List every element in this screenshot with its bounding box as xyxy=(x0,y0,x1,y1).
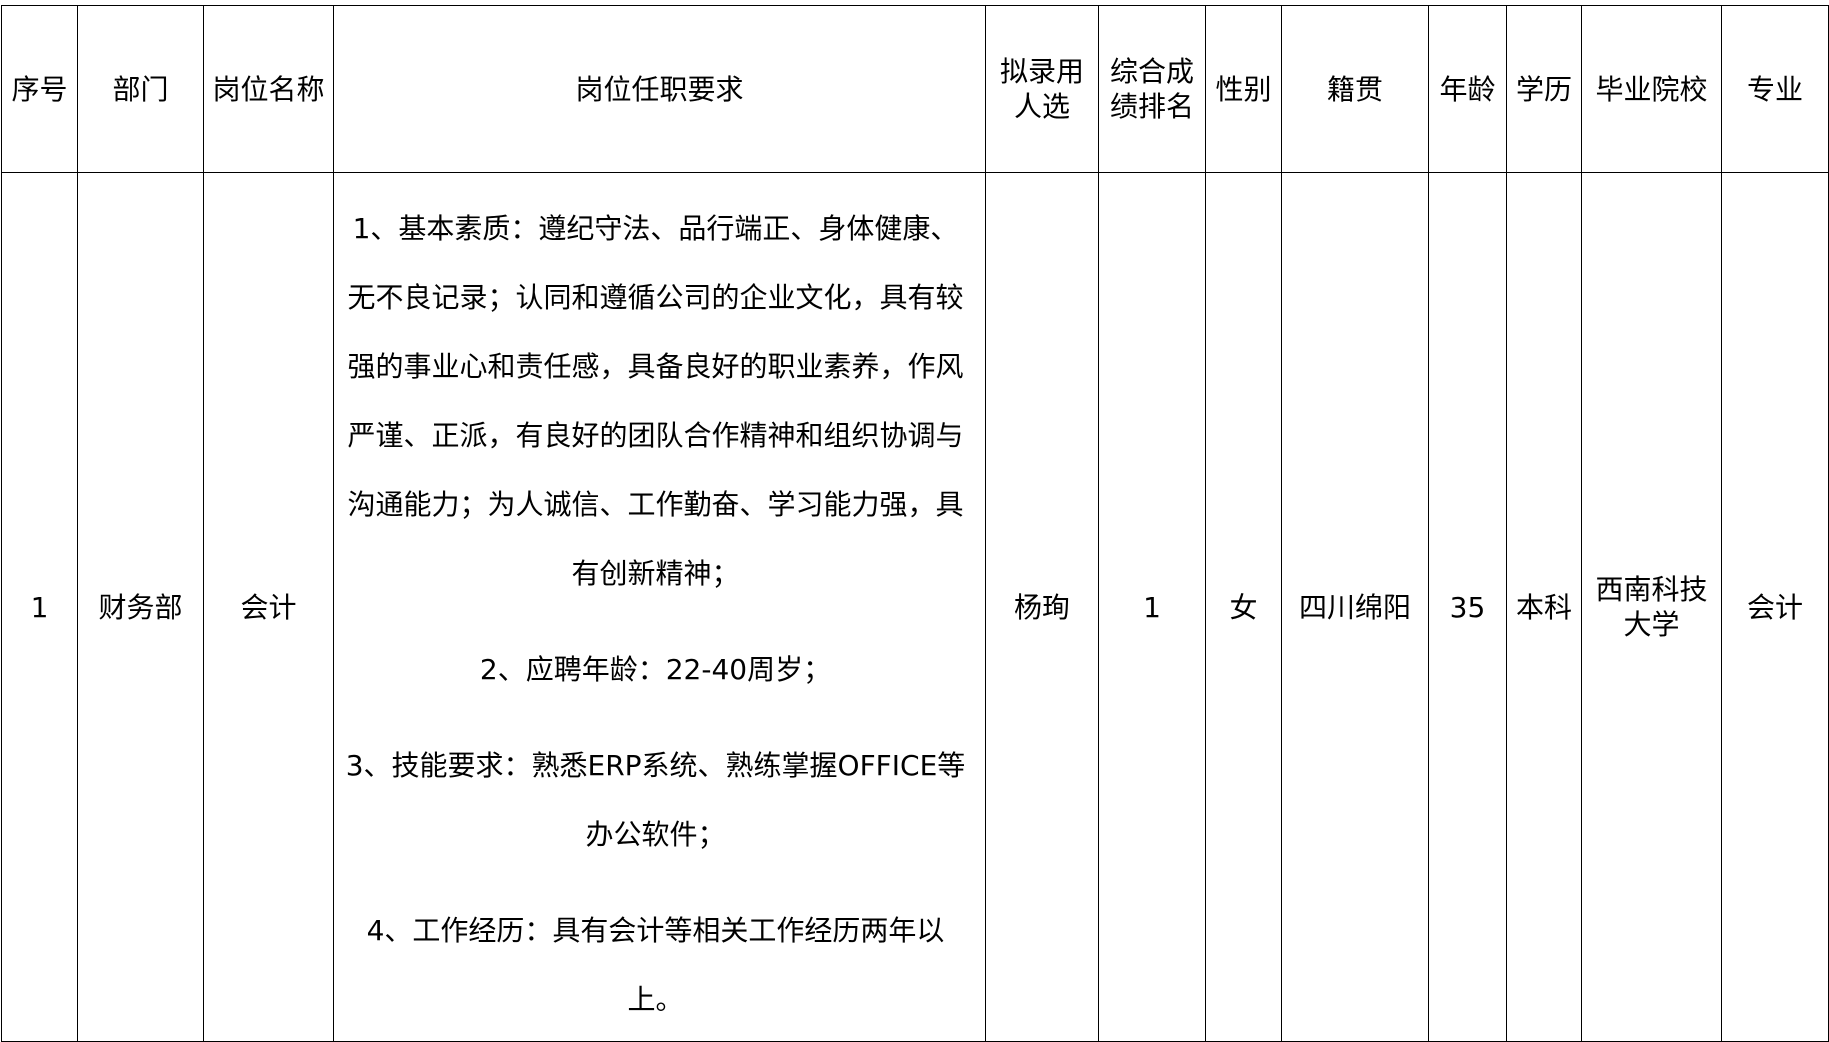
header-requirements: 岗位任职要求 xyxy=(333,5,986,173)
header-school: 毕业院校 xyxy=(1581,5,1722,173)
cell-school-line2: 大学 xyxy=(1623,608,1680,641)
header-row: 序号 部门 岗位名称 岗位任职要求 拟录用 人选 综合成 绩排名 性别 籍贯 年… xyxy=(1,5,1829,173)
header-gender: 性别 xyxy=(1205,5,1282,173)
header-major: 专业 xyxy=(1721,5,1829,173)
header-rank-line2: 绩排名 xyxy=(1109,90,1194,123)
header-education: 学历 xyxy=(1506,5,1582,173)
header-native-place: 籍贯 xyxy=(1281,5,1429,173)
req-line: 有创新精神； xyxy=(571,557,740,590)
header-candidate-line1: 拟录用 xyxy=(999,55,1084,88)
cell-gender: 女 xyxy=(1205,172,1282,1042)
cell-dept: 财务部 xyxy=(77,172,204,1042)
req-line: 3、技能要求：熟悉ERP系统、熟练掌握OFFICE等 xyxy=(345,749,966,782)
cell-age: 35 xyxy=(1428,172,1507,1042)
cell-major: 会计 xyxy=(1721,172,1829,1042)
req-line: 办公软件； xyxy=(585,818,726,851)
header-candidate: 拟录用 人选 xyxy=(985,5,1099,173)
req-line: 沟通能力；为人诚信、工作勤奋、学习能力强，具 xyxy=(347,488,964,521)
recruitment-table: 序号 部门 岗位名称 岗位任职要求 拟录用 人选 综合成 绩排名 性别 籍贯 年… xyxy=(1,5,1829,1042)
cell-education: 本科 xyxy=(1506,172,1582,1042)
req-line: 上。 xyxy=(627,983,684,1016)
cell-native-place: 四川绵阳 xyxy=(1281,172,1429,1042)
cell-school: 西南科技 大学 xyxy=(1581,172,1722,1042)
req-line: 强的事业心和责任感，具备良好的职业素养，作风 xyxy=(347,350,964,383)
header-rank-line1: 综合成 xyxy=(1109,55,1194,88)
header-candidate-line2: 人选 xyxy=(1013,90,1070,123)
req-line: 2、应聘年龄：22-40周岁； xyxy=(479,653,832,686)
req-line: 1、基本素质：遵纪守法、品行端正、身体健康、 xyxy=(352,212,959,245)
header-rank: 综合成 绩排名 xyxy=(1098,5,1206,173)
header-seq: 序号 xyxy=(1,5,78,173)
cell-requirements: 1、基本素质：遵纪守法、品行端正、身体健康、 无不良记录；认同和遵循公司的企业文… xyxy=(333,172,986,1042)
cell-seq: 1 xyxy=(1,172,78,1042)
req-line: 4、工作经历：具有会计等相关工作经历两年以 xyxy=(366,914,945,947)
header-dept: 部门 xyxy=(77,5,204,173)
header-position: 岗位名称 xyxy=(203,5,334,173)
req-line: 严谨、正派，有良好的团队合作精神和组织协调与 xyxy=(347,419,964,452)
header-age: 年龄 xyxy=(1428,5,1507,173)
cell-rank: 1 xyxy=(1098,172,1206,1042)
cell-school-line1: 西南科技 xyxy=(1595,573,1708,606)
requirements-text: 1、基本素质：遵纪守法、品行端正、身体健康、 无不良记录；认同和遵循公司的企业文… xyxy=(334,180,985,1034)
req-line: 无不良记录；认同和遵循公司的企业文化，具有较 xyxy=(347,281,964,314)
table-row: 1 财务部 会计 1、基本素质：遵纪守法、品行端正、身体健康、 无不良记录；认同… xyxy=(1,172,1829,1042)
cell-candidate: 杨珣 xyxy=(985,172,1099,1042)
cell-position: 会计 xyxy=(203,172,334,1042)
